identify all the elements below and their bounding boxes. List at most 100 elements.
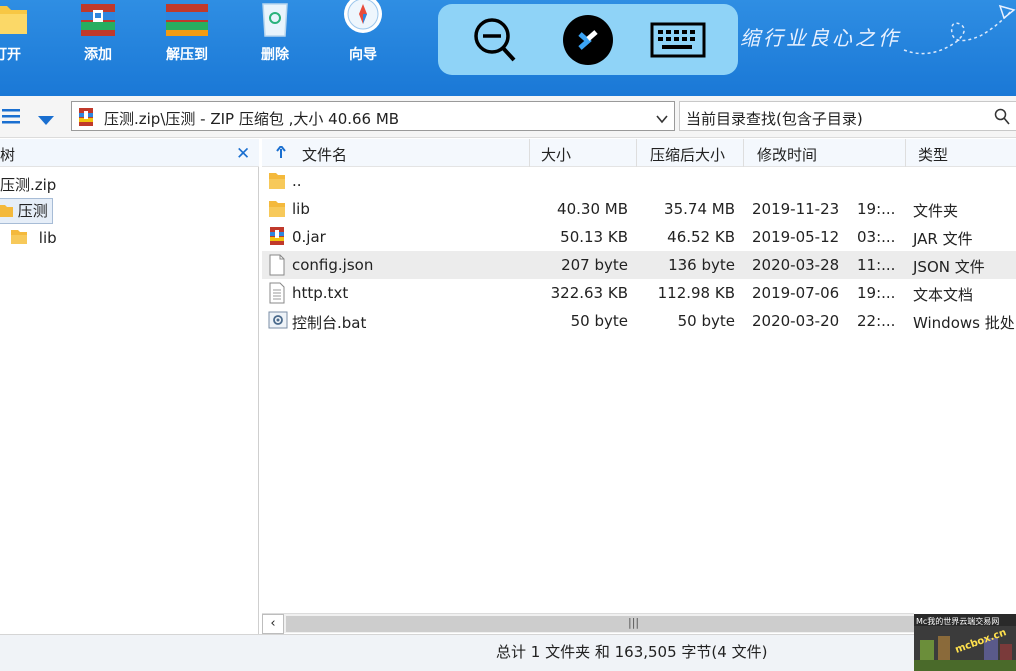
tree-title: 树 bbox=[0, 146, 16, 164]
file-type: JSON 文件 bbox=[913, 258, 985, 276]
column-divider[interactable] bbox=[529, 139, 530, 167]
tree-item-label: 压测.zip bbox=[0, 176, 57, 194]
zoom-out-icon[interactable] bbox=[472, 16, 518, 68]
dropdown-arrow-icon[interactable] bbox=[38, 112, 54, 130]
scroll-left-icon[interactable]: ‹ bbox=[262, 614, 284, 634]
file-name: lib bbox=[292, 200, 310, 218]
tree-item-lib[interactable]: lib bbox=[10, 227, 57, 249]
file-name: .. bbox=[292, 172, 302, 190]
column-header-packed[interactable]: 压缩后大小 bbox=[650, 144, 725, 165]
extract-icon bbox=[162, 0, 212, 44]
file-date: 2019-11-23 bbox=[752, 200, 840, 218]
file-type: Windows 批处 bbox=[913, 314, 1015, 332]
add-button[interactable]: 添加 bbox=[63, 0, 133, 70]
list-header: 文件名 大小 压缩后大小 修改时间 类型 bbox=[262, 139, 1016, 167]
file-packed-size: 136 byte bbox=[668, 256, 735, 274]
open-label: 打开 bbox=[0, 47, 21, 63]
search-icon[interactable] bbox=[994, 108, 1010, 130]
file-size: 50.13 KB bbox=[560, 228, 628, 246]
table-row[interactable]: .. bbox=[262, 167, 1016, 195]
decorative-swirl-icon bbox=[900, 2, 1016, 66]
chevron-down-icon[interactable] bbox=[656, 110, 668, 128]
status-text: 总计 1 文件夹 和 163,505 字节(4 文件) bbox=[496, 643, 768, 661]
tree-item-selected[interactable]: 压测 bbox=[0, 198, 53, 224]
file-time: 19:... bbox=[857, 200, 896, 218]
status-bar: 总计 1 文件夹 和 163,505 字节(4 文件) bbox=[0, 634, 1016, 671]
table-row[interactable]: 控制台.bat 50 byte 50 byte 2020-03-20 22:..… bbox=[262, 307, 1016, 335]
column-divider[interactable] bbox=[636, 139, 637, 167]
folder-tree-panel: 树 ✕ 压测.zip 压测 lib bbox=[0, 139, 259, 635]
delete-button[interactable]: 删除 bbox=[240, 0, 310, 70]
slogan-text: 缩行业良心之作 bbox=[740, 26, 901, 50]
file-type: 文件夹 bbox=[913, 202, 959, 220]
keyboard-icon[interactable] bbox=[650, 22, 706, 62]
watermark-logo: Mc我的世界云端交易网 mcbox.cn bbox=[914, 614, 1016, 671]
file-size: 207 byte bbox=[561, 256, 628, 274]
file-size: 50 byte bbox=[570, 312, 628, 330]
remote-desktop-icon[interactable] bbox=[562, 14, 614, 70]
archive-icon bbox=[268, 226, 286, 250]
toolbar: 打开 添加 解压到 删除 向导 bbox=[0, 0, 1016, 96]
tree-header: 树 ✕ bbox=[0, 139, 259, 167]
grip-icon: ||| bbox=[628, 616, 640, 629]
file-type: JAR 文件 bbox=[913, 230, 973, 248]
tree-item-archive[interactable]: 压测.zip bbox=[0, 174, 56, 195]
file-date: 2019-07-06 bbox=[752, 284, 840, 302]
open-button[interactable]: 打开 bbox=[0, 0, 42, 70]
file-date: 2020-03-28 bbox=[752, 256, 840, 274]
file-date: 2020-03-20 bbox=[752, 312, 840, 330]
batch-file-icon bbox=[268, 310, 288, 334]
file-list: 文件名 大小 压缩后大小 修改时间 类型 .. lib 40.30 MB 35.… bbox=[262, 139, 1016, 615]
column-header-type[interactable]: 类型 bbox=[918, 144, 948, 165]
search-field[interactable]: 当前目录查找(包含子目录) bbox=[679, 101, 1016, 131]
address-path: 压测.zip\压测 - ZIP 压缩包 ,大小 40.66 MB bbox=[104, 110, 400, 128]
file-name: http.txt bbox=[292, 284, 349, 302]
file-date: 2019-05-12 bbox=[752, 228, 840, 246]
horizontal-scrollbar[interactable]: ‹ ||| bbox=[262, 613, 914, 634]
file-packed-size: 50 byte bbox=[677, 312, 735, 330]
text-file-icon bbox=[268, 282, 286, 308]
file-name: 控制台.bat bbox=[292, 314, 367, 332]
column-divider[interactable] bbox=[905, 139, 906, 167]
scrollbar-thumb[interactable]: ||| bbox=[286, 616, 914, 632]
extract-label: 解压到 bbox=[166, 47, 208, 63]
tree-item-label: lib bbox=[38, 229, 57, 247]
add-archive-icon bbox=[75, 0, 121, 44]
add-label: 添加 bbox=[84, 47, 112, 63]
table-row[interactable]: http.txt 322.63 KB 112.98 KB 2019-07-06 … bbox=[262, 279, 1016, 307]
file-time: 19:... bbox=[857, 284, 896, 302]
recycle-delete-icon bbox=[255, 0, 295, 44]
address-bar[interactable]: 压测.zip\压测 - ZIP 压缩包 ,大小 40.66 MB bbox=[71, 101, 675, 131]
open-icon bbox=[0, 0, 29, 44]
zip-archive-icon bbox=[77, 107, 95, 131]
menu-icon[interactable] bbox=[2, 106, 22, 130]
file-packed-size: 46.52 KB bbox=[667, 228, 735, 246]
close-icon[interactable]: ✕ bbox=[236, 144, 250, 164]
compass-wizard-icon bbox=[341, 0, 385, 44]
folder-icon bbox=[268, 170, 286, 194]
wizard-button[interactable]: 向导 bbox=[328, 0, 398, 70]
blank-file-icon bbox=[268, 254, 286, 280]
extract-button[interactable]: 解压到 bbox=[152, 0, 222, 70]
column-header-size[interactable]: 大小 bbox=[541, 144, 571, 165]
file-size: 40.30 MB bbox=[557, 200, 628, 218]
sort-arrow-icon[interactable] bbox=[276, 144, 286, 162]
open-folder-icon bbox=[0, 202, 13, 222]
table-row[interactable]: lib 40.30 MB 35.74 MB 2019-11-23 19:... … bbox=[262, 195, 1016, 223]
file-type: 文本文档 bbox=[913, 286, 974, 304]
file-time: 22:... bbox=[857, 312, 896, 330]
delete-label: 删除 bbox=[261, 47, 289, 63]
file-packed-size: 35.74 MB bbox=[664, 200, 735, 218]
table-row-selected[interactable]: config.json 207 byte 136 byte 2020-03-28… bbox=[262, 251, 1016, 279]
column-header-name[interactable]: 文件名 bbox=[302, 144, 347, 165]
folder-icon bbox=[268, 198, 286, 222]
tree-item-label: 压测 bbox=[17, 202, 48, 220]
file-time: 03:... bbox=[857, 228, 896, 246]
column-header-modified[interactable]: 修改时间 bbox=[757, 144, 817, 165]
file-name: 0.jar bbox=[292, 228, 326, 246]
file-size: 322.63 KB bbox=[550, 284, 628, 302]
table-row[interactable]: 0.jar 50.13 KB 46.52 KB 2019-05-12 03:..… bbox=[262, 223, 1016, 251]
column-divider[interactable] bbox=[743, 139, 744, 167]
remote-control-bar bbox=[438, 4, 738, 75]
file-name: config.json bbox=[292, 256, 374, 274]
